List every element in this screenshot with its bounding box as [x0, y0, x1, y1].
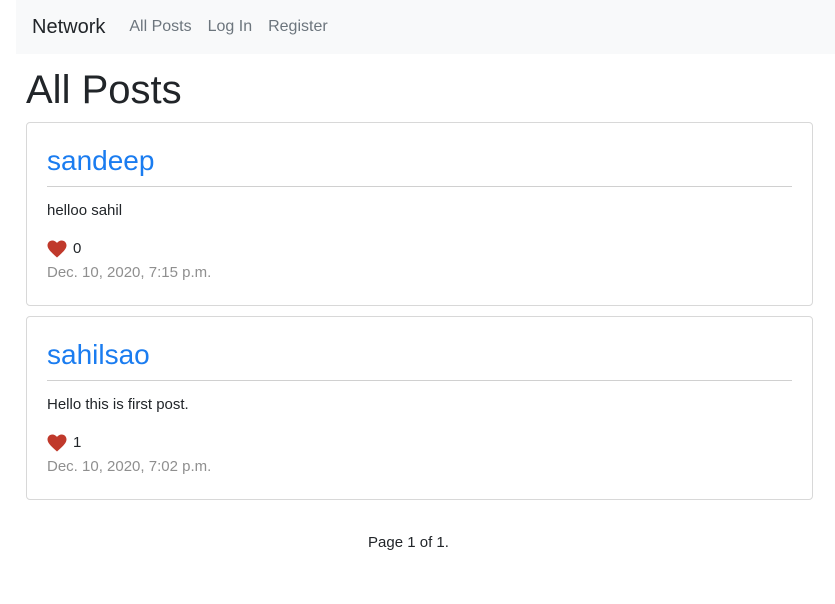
- post-content: Hello this is first post.: [47, 396, 189, 413]
- post-timestamp: Dec. 10, 2020, 7:15 p.m.: [47, 264, 212, 281]
- heart-icon[interactable]: [47, 240, 67, 258]
- navbar: Network All Posts Log In Register: [16, 0, 835, 54]
- post-author-link[interactable]: sahilsao: [47, 335, 150, 375]
- pagination-status: Page 1 of 1.: [368, 534, 449, 551]
- page-title: All Posts: [26, 68, 182, 112]
- like-row: 1: [47, 433, 81, 453]
- nav-link-log-in[interactable]: Log In: [208, 18, 252, 36]
- divider: [47, 380, 792, 381]
- post-timestamp: Dec. 10, 2020, 7:02 p.m.: [47, 458, 212, 475]
- nav-link-all-posts[interactable]: All Posts: [129, 18, 191, 36]
- post-card: sandeep helloo sahil 0 Dec. 10, 2020, 7:…: [26, 122, 813, 306]
- post-content: helloo sahil: [47, 202, 123, 219]
- divider: [47, 186, 792, 187]
- like-count: 1: [73, 434, 82, 451]
- post-author-link[interactable]: sandeep: [47, 141, 154, 181]
- heart-icon[interactable]: [47, 434, 67, 452]
- like-count: 0: [73, 240, 82, 257]
- like-row: 0: [47, 239, 81, 259]
- post-card: sahilsao Hello this is first post. 1 Dec…: [26, 316, 813, 500]
- brand-link[interactable]: Network: [32, 16, 105, 39]
- nav-link-register[interactable]: Register: [268, 18, 328, 36]
